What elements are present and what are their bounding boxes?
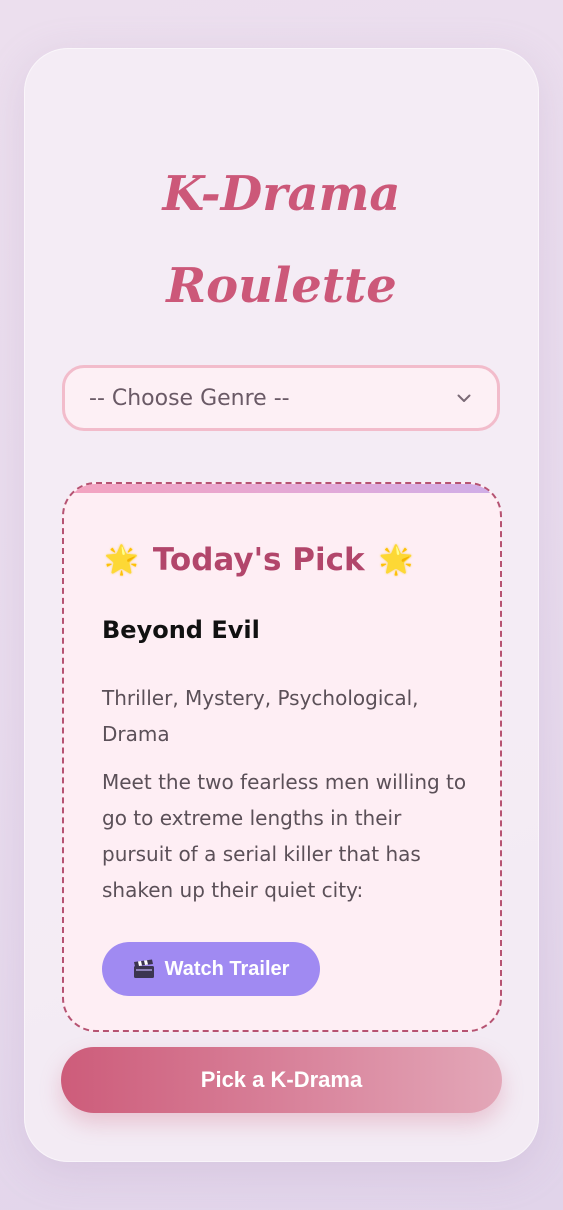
genre-select-value: -- Choose Genre -- xyxy=(89,385,290,411)
genre-select[interactable]: -- Choose Genre -- xyxy=(62,365,500,431)
todays-pick-card: 🌟 Today's Pick 🌟 Beyond Evil Thriller, M… xyxy=(62,482,502,1032)
star-icon: 🌟 xyxy=(104,543,139,576)
watch-trailer-label: Watch Trailer xyxy=(164,957,290,980)
star-icon: 🌟 xyxy=(378,543,414,576)
pick-kdrama-button[interactable]: Pick a K-Drama xyxy=(61,1047,502,1113)
pick-heading-label: Today's Pick xyxy=(152,542,365,578)
drama-description: Meet the two fearless men willing to go … xyxy=(102,770,467,902)
chevron-down-icon xyxy=(455,389,473,407)
app-card: K-Drama Roulette -- Choose Genre -- 🌟 To… xyxy=(24,48,539,1162)
clapperboard-icon xyxy=(133,959,155,979)
card-accent-bar xyxy=(64,484,500,493)
page-title: K-Drama Roulette xyxy=(162,166,401,314)
drama-title: Beyond Evil xyxy=(102,616,260,644)
drama-genres: Thriller, Mystery, Psychological, Drama xyxy=(102,686,419,746)
watch-trailer-button[interactable]: Watch Trailer xyxy=(102,942,320,996)
pick-heading: 🌟 Today's Pick 🌟 xyxy=(104,542,414,578)
